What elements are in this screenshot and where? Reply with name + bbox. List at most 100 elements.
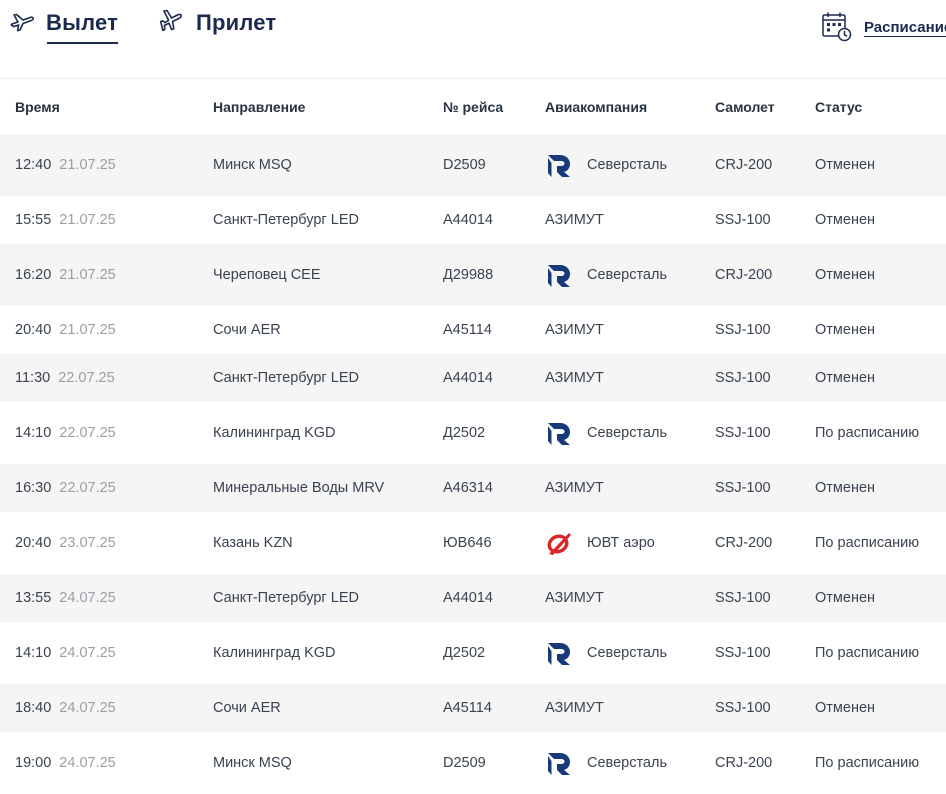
airline-name: АЗИМУТ	[545, 590, 604, 606]
departure-date: 22.07.25	[59, 425, 116, 441]
column-header-plane[interactable]: Самолет	[715, 79, 775, 133]
airline-name: Северсталь	[587, 755, 668, 771]
direction-cell: Калининград KGD	[213, 645, 336, 661]
flight-board-header: Вылет Прилет Расписание	[0, 0, 946, 79]
departure-date: 21.07.25	[59, 322, 116, 338]
flight-number-cell: D2509	[443, 157, 486, 173]
departure-time: 20:40	[15, 322, 52, 338]
departure-date: 22.07.25	[58, 370, 115, 386]
departure-time: 14:10	[15, 645, 52, 661]
column-header-airline[interactable]: Авиакомпания	[545, 79, 647, 133]
airline-cell: АЗИМУТ	[545, 354, 604, 402]
plane-cell: SSJ-100	[715, 322, 771, 338]
plane-cell: CRJ-200	[715, 267, 773, 283]
airline-cell: АЗИМУТ	[545, 574, 604, 622]
severstal-logo-icon	[545, 261, 573, 289]
plane-cell: SSJ-100	[715, 212, 771, 228]
severstal-logo-icon	[545, 151, 573, 179]
flight-number-cell: ЮВ646	[443, 535, 492, 551]
airline-cell: Северсталь	[545, 732, 667, 794]
table-row[interactable]: 13:55 24.07.25 Санкт-Петербург LED А44014…	[0, 574, 946, 622]
departure-time: 15:55	[15, 212, 52, 228]
table-header: Время Направление № рейса Авиакомпания С…	[0, 79, 946, 133]
airline-cell: АЗИМУТ	[545, 684, 604, 732]
time-cell: 18:40 24.07.25	[15, 684, 116, 732]
plane-cell: CRJ-200	[715, 157, 773, 173]
airline-name: ЮВТ аэро	[587, 535, 655, 551]
schedule-link-label: Расписание	[864, 19, 946, 37]
direction-cell: Сочи AER	[213, 700, 281, 716]
airline-cell: Северсталь	[545, 622, 667, 684]
plane-cell: SSJ-100	[715, 480, 771, 496]
airline-name: АЗИМУТ	[545, 370, 604, 386]
flight-number-cell: Д2502	[443, 645, 486, 661]
direction-cell: Санкт-Петербург LED	[213, 590, 359, 606]
flight-number-cell: D2509	[443, 755, 486, 771]
table-row[interactable]: 20:40 23.07.25 Казань KZN ЮВ646 ЮВТ аэро …	[0, 512, 946, 574]
direction-cell: Казань KZN	[213, 535, 293, 551]
column-header-flight[interactable]: № рейса	[443, 79, 503, 133]
departure-date: 24.07.25	[59, 590, 116, 606]
severstal-logo-icon	[545, 749, 573, 777]
table-row[interactable]: 14:10 24.07.25 Калининград KGD Д2502 Севе…	[0, 622, 946, 684]
departure-time: 18:40	[15, 700, 52, 716]
table-row[interactable]: 11:30 22.07.25 Санкт-Петербург LED А44014…	[0, 354, 946, 402]
table-row[interactable]: 14:10 22.07.25 Калининград KGD Д2502 Севе…	[0, 402, 946, 464]
status-cell: Отменен	[815, 700, 876, 716]
departure-time: 11:30	[15, 370, 51, 386]
airline-name: Северсталь	[587, 157, 668, 173]
airline-cell: Северсталь	[545, 244, 667, 306]
time-cell: 20:40 23.07.25	[15, 512, 116, 574]
status-cell: По расписанию	[815, 755, 920, 771]
departure-time: 12:40	[15, 157, 52, 173]
table-row[interactable]: 12:40 21.07.25 Минск MSQ D2509 Северсталь…	[0, 134, 946, 196]
schedule-link[interactable]: Расписание	[820, 12, 946, 44]
table-row[interactable]: 16:30 22.07.25 Минеральные Воды MRV А4631…	[0, 464, 946, 512]
departure-date: 24.07.25	[59, 755, 116, 771]
direction-cell: Санкт-Петербург LED	[213, 370, 359, 386]
column-header-status[interactable]: Статус	[815, 79, 862, 133]
flight-number-cell: А45114	[443, 322, 492, 338]
departure-date: 21.07.25	[59, 157, 116, 173]
tab-arrival-label: Прилет	[196, 10, 277, 35]
departure-date: 21.07.25	[59, 267, 116, 283]
airline-cell: Северсталь	[545, 402, 667, 464]
departure-time: 16:20	[15, 267, 52, 283]
flight-number-cell: А44014	[443, 590, 493, 606]
airline-name: Северсталь	[587, 645, 668, 661]
time-cell: 14:10 22.07.25	[15, 402, 116, 464]
tab-departure[interactable]: Вылет	[8, 5, 119, 44]
airline-name: АЗИМУТ	[545, 700, 604, 716]
departure-time: 20:40	[15, 535, 52, 551]
status-cell: По расписанию	[815, 535, 920, 551]
plane-cell: SSJ-100	[715, 425, 771, 441]
departure-date: 22.07.25	[59, 480, 116, 496]
plane-takeoff-icon	[8, 7, 36, 40]
airline-cell: ЮВТ аэро	[545, 512, 655, 574]
column-header-direction[interactable]: Направление	[213, 79, 305, 133]
departure-date: 24.07.25	[59, 700, 116, 716]
direction-cell: Калининград KGD	[213, 425, 336, 441]
plane-cell: SSJ-100	[715, 700, 771, 716]
column-header-time[interactable]: Время	[15, 79, 60, 133]
flight-number-cell: А45114	[443, 700, 492, 716]
flight-number-cell: А44014	[443, 212, 493, 228]
time-cell: 20:40 21.07.25	[15, 306, 116, 354]
airline-name: АЗИМУТ	[545, 322, 604, 338]
table-row[interactable]: 16:20 21.07.25 Череповец CEE Д29988 Север…	[0, 244, 946, 306]
table-row[interactable]: 18:40 24.07.25 Сочи AER А45114 АЗИМУТ SSJ…	[0, 684, 946, 732]
table-row[interactable]: 15:55 21.07.25 Санкт-Петербург LED А44014…	[0, 196, 946, 244]
table-row[interactable]: 19:00 24.07.25 Минск MSQ D2509 Северсталь…	[0, 732, 946, 794]
departure-time: 14:10	[15, 425, 52, 441]
tab-arrival[interactable]: Прилет	[158, 5, 276, 41]
departure-time: 13:55	[15, 590, 52, 606]
plane-cell: SSJ-100	[715, 645, 771, 661]
status-cell: Отменен	[815, 157, 876, 173]
status-cell: По расписанию	[815, 645, 920, 661]
departure-date: 23.07.25	[59, 535, 116, 551]
table-row[interactable]: 20:40 21.07.25 Сочи AER А45114 АЗИМУТ SSJ…	[0, 306, 946, 354]
time-cell: 11:30 22.07.25	[15, 354, 115, 402]
airline-cell: АЗИМУТ	[545, 464, 604, 512]
direction-cell: Минск MSQ	[213, 755, 292, 771]
status-cell: Отменен	[815, 212, 876, 228]
